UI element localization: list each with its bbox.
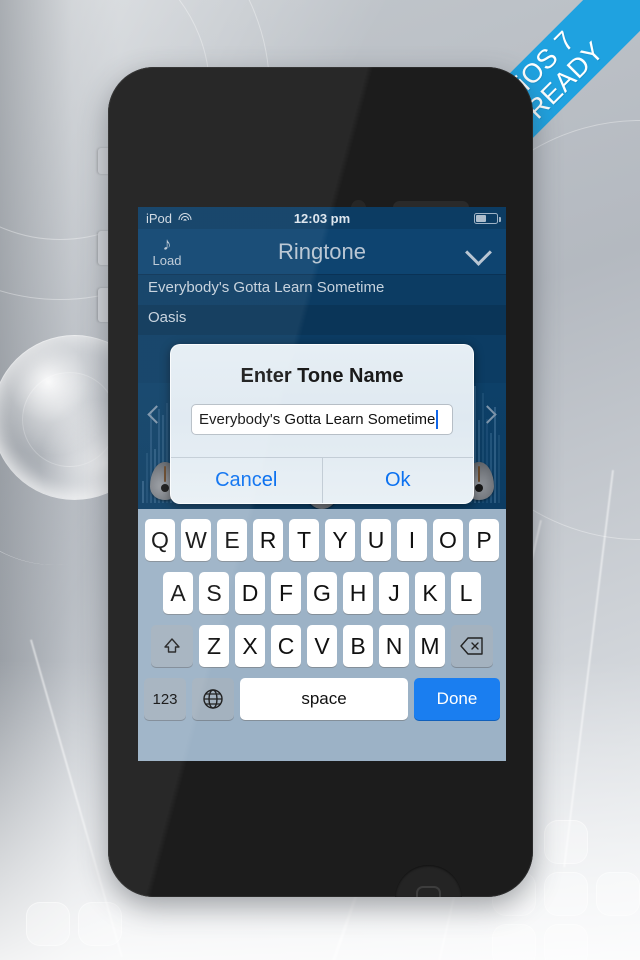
key-m[interactable]: M xyxy=(415,625,445,667)
key-f[interactable]: F xyxy=(271,572,301,614)
key-u[interactable]: U xyxy=(361,519,391,561)
keyboard-row-4: 123 space Done xyxy=(141,678,503,720)
key-o[interactable]: O xyxy=(433,519,463,561)
battery-icon xyxy=(474,212,501,224)
key-v[interactable]: V xyxy=(307,625,337,667)
key-t[interactable]: T xyxy=(289,519,319,561)
device-screen: iPod 12:03 pm ♪ Load Ringtone Everybody'… xyxy=(138,207,506,761)
key-d[interactable]: D xyxy=(235,572,265,614)
track-list: Everybody's Gotta Learn Sometime Oasis xyxy=(138,275,506,335)
shift-icon[interactable] xyxy=(151,625,193,667)
key-q[interactable]: Q xyxy=(145,519,175,561)
backspace-icon[interactable] xyxy=(451,625,493,667)
dialog-title: Enter Tone Name xyxy=(240,365,404,387)
list-item[interactable]: Oasis xyxy=(138,305,506,335)
home-button-square xyxy=(416,886,441,897)
chevron-left-icon[interactable] xyxy=(146,403,168,425)
key-g[interactable]: G xyxy=(307,572,337,614)
space-key[interactable]: space xyxy=(240,678,408,720)
text-caret xyxy=(436,410,439,429)
navigation-bar: ♪ Load Ringtone xyxy=(138,229,506,275)
key-c[interactable]: C xyxy=(271,625,301,667)
onscreen-keyboard[interactable]: QWERTYUIOP ASDFGHJKL ZXCVBNM 123 space D… xyxy=(138,509,506,761)
iphone-device: iPod 12:03 pm ♪ Load Ringtone Everybody'… xyxy=(108,67,533,897)
background-grid-icon xyxy=(596,872,640,916)
done-key[interactable]: Done xyxy=(414,678,500,720)
keyboard-row-3: ZXCVBNM xyxy=(141,625,503,667)
background-bubble-tail xyxy=(0,413,88,577)
key-n[interactable]: N xyxy=(379,625,409,667)
key-k[interactable]: K xyxy=(415,572,445,614)
status-bar: iPod 12:03 pm xyxy=(138,207,506,229)
cancel-button[interactable]: Cancel xyxy=(171,458,322,503)
tone-name-input[interactable] xyxy=(191,404,453,435)
dialog-buttons: Cancel Ok xyxy=(171,457,473,503)
key-r[interactable]: R xyxy=(253,519,283,561)
background-grid-icon xyxy=(544,924,588,960)
key-h[interactable]: H xyxy=(343,572,373,614)
key-a[interactable]: A xyxy=(163,572,193,614)
key-i[interactable]: I xyxy=(397,519,427,561)
background-grid-icon xyxy=(26,902,70,946)
enter-tone-name-dialog: Enter Tone Name Cancel Ok xyxy=(170,344,474,504)
keyboard-row-2: ASDFGHJKL xyxy=(141,572,503,614)
background-grid-icon xyxy=(492,924,536,960)
status-bar-right xyxy=(474,212,501,224)
ok-button[interactable]: Ok xyxy=(321,458,474,503)
key-s[interactable]: S xyxy=(199,572,229,614)
globe-icon[interactable] xyxy=(192,678,234,720)
key-b[interactable]: B xyxy=(343,625,373,667)
numbers-key[interactable]: 123 xyxy=(144,678,186,720)
page-title: Ringtone xyxy=(277,238,367,264)
background-grid-icon xyxy=(544,872,588,916)
dialog-input-wrap xyxy=(171,404,473,457)
chevron-right-icon[interactable] xyxy=(476,403,498,425)
key-x[interactable]: X xyxy=(235,625,265,667)
chevron-down-icon[interactable] xyxy=(466,239,492,265)
background-grid-icon xyxy=(78,902,122,946)
background-grid-icon xyxy=(544,820,588,864)
key-z[interactable]: Z xyxy=(199,625,229,667)
key-e[interactable]: E xyxy=(217,519,247,561)
key-j[interactable]: J xyxy=(379,572,409,614)
list-item[interactable]: Everybody's Gotta Learn Sometime xyxy=(138,275,506,305)
key-w[interactable]: W xyxy=(181,519,211,561)
key-l[interactable]: L xyxy=(451,572,481,614)
key-y[interactable]: Y xyxy=(325,519,355,561)
key-p[interactable]: P xyxy=(469,519,499,561)
keyboard-row-1: QWERTYUIOP xyxy=(141,519,503,561)
status-bar-clock: 12:03 pm xyxy=(293,210,351,226)
home-button[interactable] xyxy=(395,865,462,897)
